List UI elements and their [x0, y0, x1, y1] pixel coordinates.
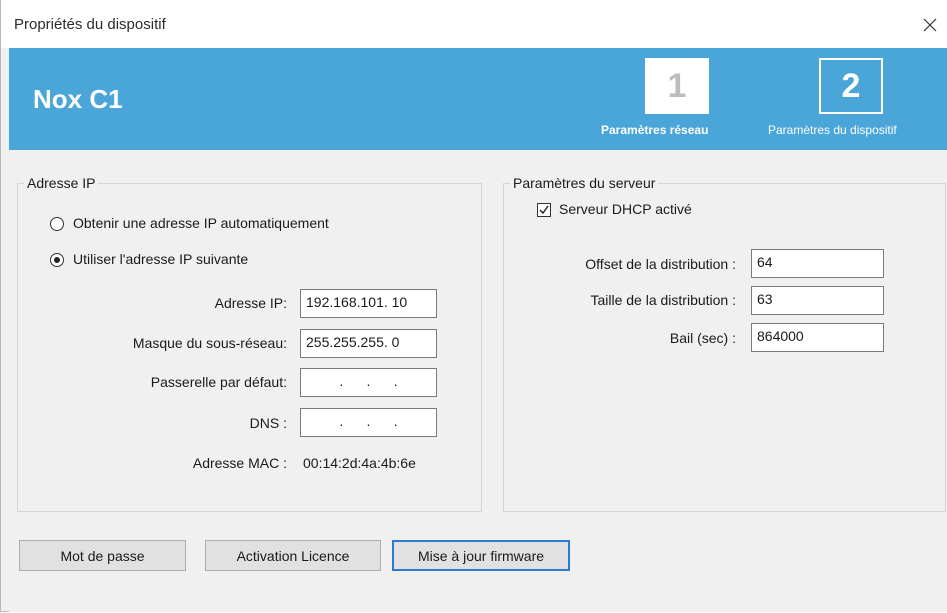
size-label: Taille de la distribution : [590, 292, 736, 308]
window-title: Propriétés du dispositif [14, 16, 166, 33]
size-field[interactable]: 63 [751, 286, 884, 315]
subnet-mask-label: Masque du sous-réseau: [132, 335, 287, 351]
mac-address-label: Adresse MAC : [192, 455, 287, 471]
license-activation-button[interactable]: Activation Licence [205, 540, 381, 571]
radio-auto-ip[interactable] [50, 217, 64, 231]
close-button[interactable] [913, 8, 947, 42]
title-bar: Propriétés du dispositif [1, 0, 947, 48]
firmware-update-button[interactable]: Mise à jour firmware [392, 540, 570, 571]
dhcp-checkbox[interactable] [537, 203, 551, 217]
server-group-title: Paramètres du serveur [513, 175, 656, 191]
gateway-label: Passerelle par défaut: [150, 374, 287, 390]
gateway-field[interactable]: . . . [300, 368, 437, 397]
step-2-label: Paramètres du dispositif [768, 123, 897, 137]
password-button[interactable]: Mot de passe [19, 540, 186, 571]
ip-group-title: Adresse IP [27, 175, 96, 191]
dns-label: DNS : [249, 415, 287, 431]
device-properties-window: Propriétés du dispositif Nox C1 1 2 Para… [0, 0, 947, 612]
lease-field[interactable]: 864000 [751, 323, 884, 352]
dhcp-checkbox-label[interactable]: Serveur DHCP activé [559, 201, 692, 217]
mac-address-value: 00:14:2d:4a:4b:6e [303, 455, 416, 471]
dns-field[interactable]: . . . [300, 408, 437, 437]
offset-label: Offset de la distribution : [585, 256, 736, 272]
lease-label: Bail (sec) : [669, 330, 736, 346]
wizard-header: Nox C1 1 2 Paramètres réseau Paramètres … [9, 48, 947, 150]
radio-manual-ip[interactable] [50, 253, 64, 267]
content-area: Adresse IP Obtenir une adresse IP automa… [9, 150, 947, 612]
offset-field[interactable]: 64 [751, 249, 884, 278]
subnet-mask-field[interactable]: 255.255.255. 0 [300, 329, 437, 358]
device-name: Nox C1 [33, 84, 123, 114]
radio-manual-ip-label[interactable]: Utiliser l'adresse IP suivante [73, 251, 248, 267]
radio-auto-ip-label[interactable]: Obtenir une adresse IP automatiquement [73, 215, 329, 231]
checkmark-icon [539, 205, 549, 215]
step-1-label: Paramètres réseau [601, 123, 709, 137]
ip-address-field[interactable]: 192.168.101. 10 [300, 289, 437, 318]
step-1-network[interactable]: 1 [645, 58, 709, 114]
close-icon [923, 18, 937, 32]
step-2-device[interactable]: 2 [819, 58, 883, 114]
ip-address-label: Adresse IP: [214, 295, 287, 311]
